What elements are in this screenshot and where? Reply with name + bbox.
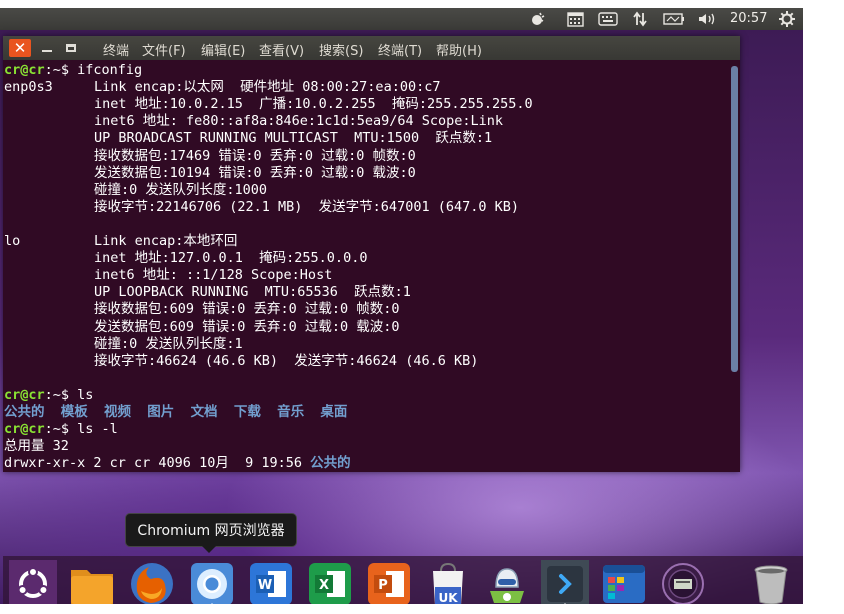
dock: W X P UK (3, 556, 803, 604)
output-text: 接收数据包:609 错误:0 丢弃:0 过载:0 帧数:0 (94, 301, 400, 318)
directory-entry: 公共的 (310, 455, 351, 472)
volume-icon[interactable] (697, 10, 719, 28)
output-text: UP BROADCAST RUNNING MULTICAST MTU:1500 … (94, 130, 493, 147)
workspace-switcher-icon[interactable] (600, 560, 648, 604)
tooltip-arrow (201, 545, 217, 553)
menu-edit[interactable]: 编辑(E) (201, 40, 245, 59)
output-text: 碰撞:0 发送队列长度:1 (94, 335, 243, 352)
menu-search[interactable]: 搜索(S) (319, 40, 363, 59)
output-text: 接收字节:22146706 (22.1 MB) 发送字节:647001 (647… (94, 198, 519, 215)
output-text: inet 地址:127.0.0.1 掩码:255.0.0.0 (94, 250, 368, 267)
wps-presentation-icon[interactable]: P (365, 560, 413, 604)
command-text: ls (77, 386, 94, 403)
menu-view[interactable]: 查看(V) (259, 40, 304, 59)
terminal-window[interactable]: ✕ 终端 文件(F) 编辑(E) 查看(V) 搜索(S) 终端(T) 帮助(H)… (3, 36, 740, 472)
close-icon: ✕ (13, 39, 27, 57)
prompt-line: cr@cr:~$ ls (4, 387, 93, 404)
output-line: 总用量 32 (4, 438, 69, 455)
files-icon[interactable] (68, 560, 116, 604)
output-text: drwxr-xr-x 2 cr cr 4096 10月 9 19:56 (4, 455, 311, 472)
desktop: 20:57 ✕ 终端 文件(F) 编辑(E) 查看(V) 搜索(S) 终端(T)… (0, 8, 803, 604)
output-text: Link encap:本地环回 (94, 233, 238, 249)
output-text: 发送数据包:10194 错误:0 丢弃:0 过载:0 载波:0 (94, 164, 416, 181)
svg-text:UK: UK (438, 591, 458, 604)
language-support-icon[interactable]: UK (424, 560, 472, 604)
ls-row: drwxr-xr-x 2 cr cr 4096 10月 9 19:56 公共的 (4, 455, 351, 472)
directory-entry: 音乐 (277, 404, 305, 420)
prompt-line: cr@cr:~$ ls -l (4, 421, 118, 438)
output-text: Link encap:以太网 硬件地址 08:00:27:ea:00:c7 (94, 79, 441, 96)
prompt-user: cr@cr (4, 386, 45, 403)
directory-entry: 图片 (147, 404, 175, 420)
svg-text:X: X (319, 578, 329, 593)
prompt-user: cr@cr (4, 62, 45, 78)
directory-entry: 模板 (60, 404, 88, 420)
calendar-icon[interactable] (565, 10, 585, 28)
terminal-icon[interactable] (541, 560, 589, 604)
directory-list: 公共的 模板 视频 图片 文档 下载 音乐 桌面 (4, 404, 347, 421)
close-button[interactable]: ✕ (9, 39, 31, 57)
software-updater-icon[interactable] (483, 560, 531, 604)
directory-entry: 下载 (233, 404, 261, 420)
disk-icon[interactable] (659, 560, 707, 604)
wps-spreadsheet-icon[interactable]: X (306, 560, 354, 604)
menu-app-terminal[interactable]: 终端 (103, 40, 129, 59)
keyboard-icon[interactable] (597, 10, 619, 28)
weather-icon[interactable] (528, 10, 548, 28)
maximize-icon (66, 44, 76, 52)
interface-name: enp0s3 (4, 79, 53, 96)
gear-icon[interactable] (777, 10, 797, 28)
output-text: 总用量 32 (4, 438, 69, 455)
running-indicator (208, 603, 216, 604)
ubuntu-dash-icon[interactable] (9, 560, 57, 604)
command-text: ifconfig (77, 62, 143, 78)
directory-entry: 桌面 (320, 404, 348, 420)
network-updown-icon[interactable] (631, 10, 649, 28)
interface-name: lo (4, 233, 21, 249)
minimize-icon (42, 50, 52, 52)
prompt-line: cr@cr:~$ ifconfig (4, 62, 142, 79)
command-text: ls -l (77, 421, 118, 438)
maximize-button[interactable] (63, 40, 79, 56)
svg-text:P: P (378, 578, 388, 593)
prompt-suffix: :~$ (44, 62, 78, 78)
prompt-user: cr@cr (4, 421, 45, 438)
output-text: 发送数据包:609 错误:0 丢弃:0 过载:0 载波:0 (94, 318, 400, 335)
clock[interactable]: 20:57 (730, 11, 767, 26)
directory-entry: 公共的 (4, 404, 45, 420)
chromium-icon[interactable] (188, 560, 236, 604)
dock-tooltip: Chromium 网页浏览器 (125, 513, 297, 547)
output-text: UP LOOPBACK RUNNING MTU:65536 跃点数:1 (94, 284, 411, 301)
scrollbar[interactable] (731, 66, 738, 372)
wps-writer-icon[interactable]: W (247, 560, 295, 604)
minimize-button[interactable] (39, 40, 55, 56)
output-text: inet6 地址: ::1/128 Scope:Host (94, 267, 333, 284)
menu-terminal[interactable]: 终端(T) (378, 40, 422, 59)
window-titlebar[interactable]: ✕ 终端 文件(F) 编辑(E) 查看(V) 搜索(S) 终端(T) 帮助(H) (3, 36, 740, 60)
running-indicator (561, 603, 569, 604)
svg-text:W: W (258, 578, 272, 593)
terminal-output[interactable]: cr@cr:~$ ifconfig enp0s3 Link encap:以太网 硬件… (4, 62, 728, 472)
prompt-suffix: :~$ (44, 421, 78, 438)
output-text: inet6 地址: fe80::af8a:846e:1c1d:5ea9/64 S… (94, 113, 504, 130)
battery-icon[interactable] (662, 10, 686, 28)
firefox-icon[interactable] (128, 560, 176, 604)
output-text: inet 地址:10.0.2.15 广播:10.0.2.255 掩码:255.2… (94, 96, 533, 113)
output-text: 碰撞:0 发送队列长度:1000 (94, 181, 268, 198)
menu-help[interactable]: 帮助(H) (436, 40, 482, 59)
trash-icon[interactable] (747, 560, 795, 604)
menu-file[interactable]: 文件(F) (142, 40, 186, 59)
output-text: 接收字节:46624 (46.6 KB) 发送字节:46624 (46.6 KB… (94, 352, 479, 369)
top-panel: 20:57 (0, 8, 803, 30)
prompt-suffix: :~$ (44, 386, 78, 403)
directory-entry: 视频 (104, 404, 132, 420)
output-text: 接收数据包:17469 错误:0 丢弃:0 过载:0 帧数:0 (94, 147, 416, 164)
directory-entry: 文档 (190, 404, 218, 420)
